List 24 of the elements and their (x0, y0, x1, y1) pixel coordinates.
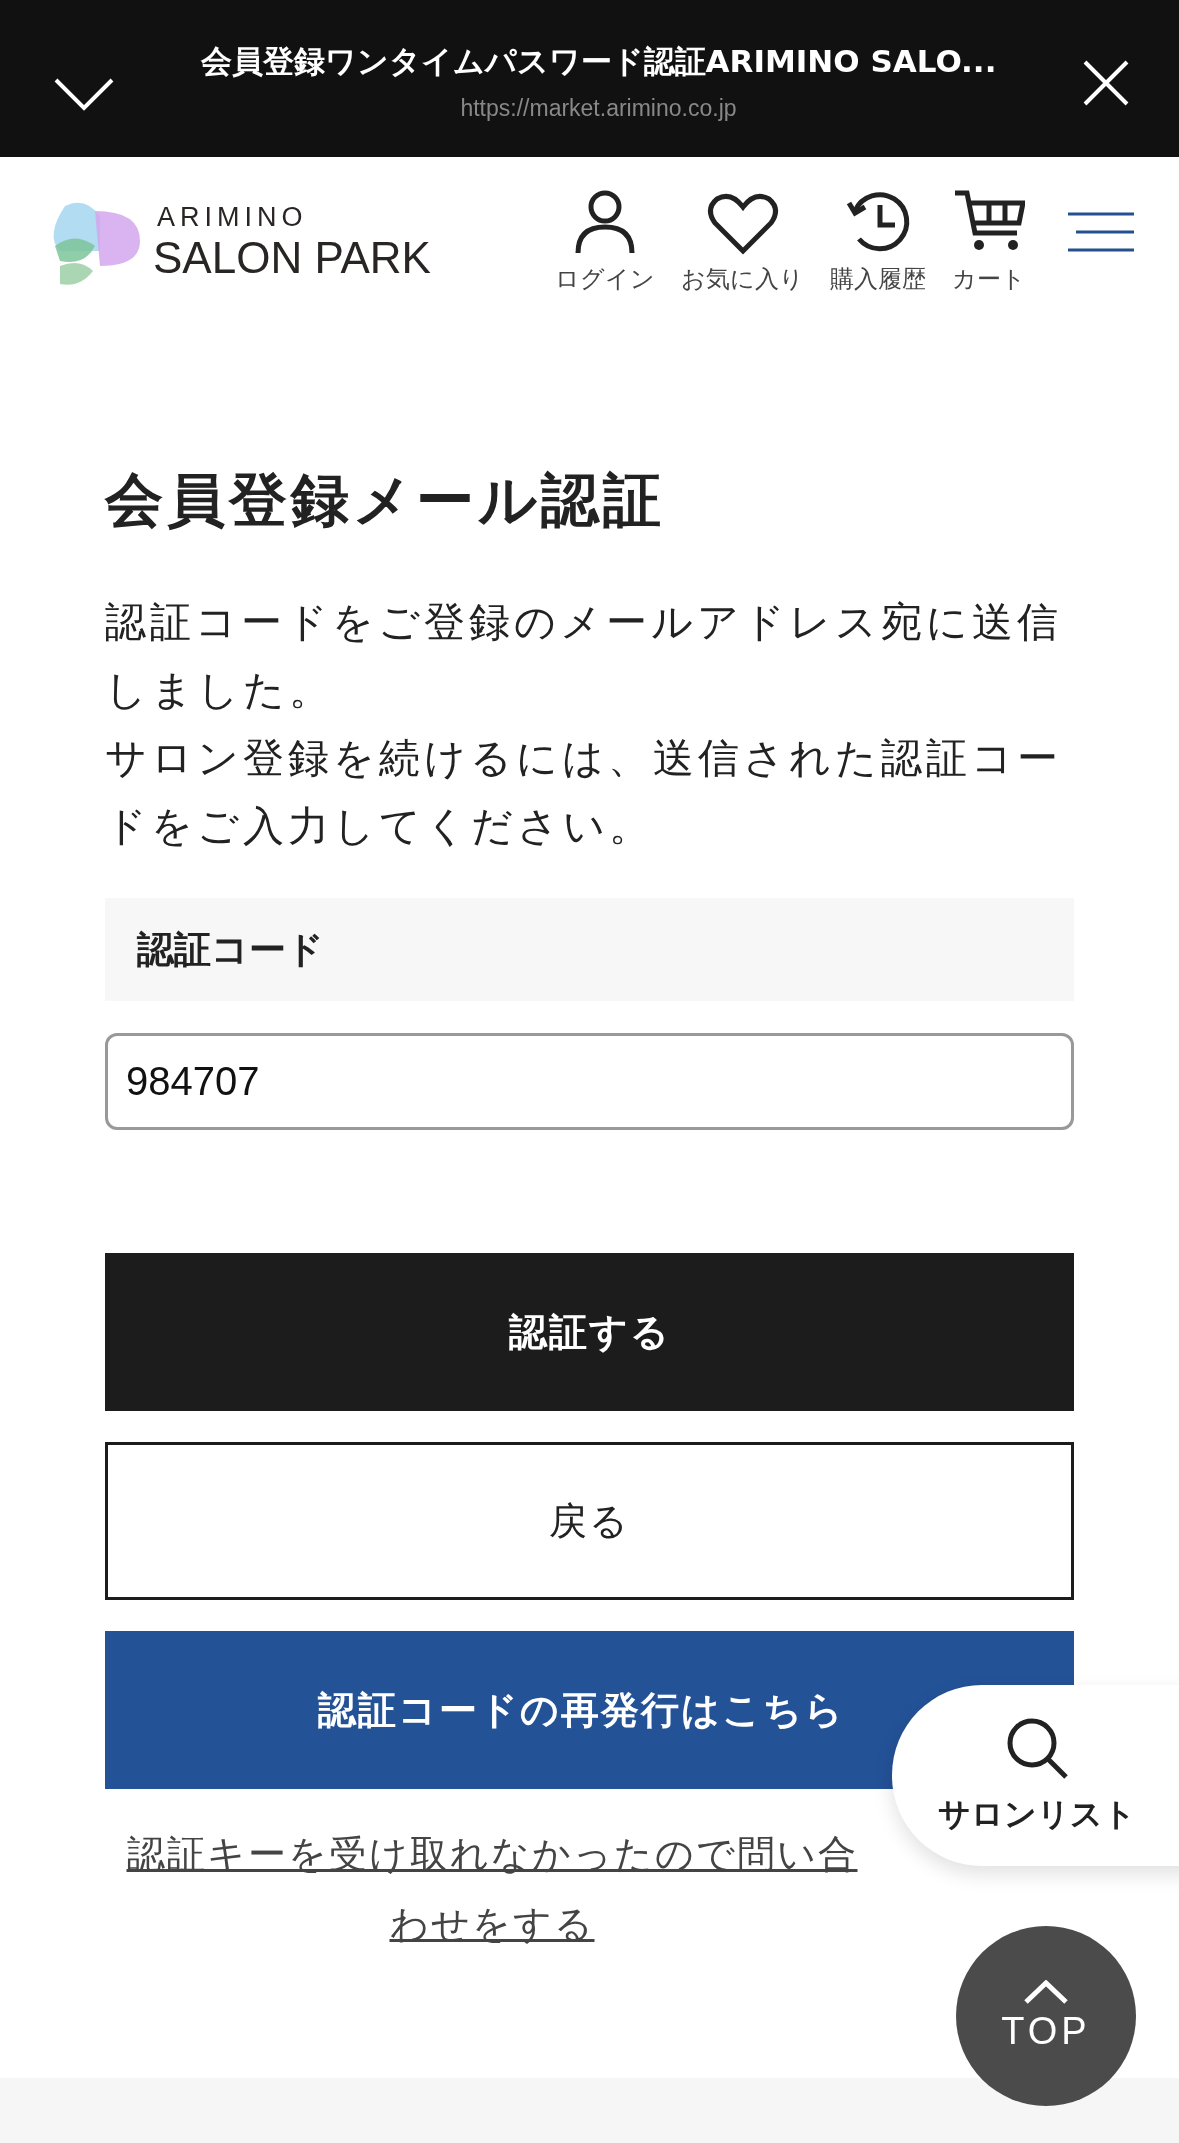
verify-button[interactable]: 認証する (105, 1253, 1074, 1411)
logo[interactable]: ARIMINO SALON PARK (45, 196, 431, 288)
user-icon (574, 189, 636, 255)
nav-cart[interactable]: カート (952, 189, 1026, 295)
description-text: サロン登録を続けるには、送信された認証コードをご入力してください。 (105, 733, 1063, 852)
close-icon[interactable] (1083, 59, 1129, 106)
code-input-field[interactable]: 984707 (105, 1033, 1074, 1130)
url-text: https://market.arimino.co.jp (459, 95, 738, 122)
page-title: 会員登録ワンタイムパスワード認証ARIMINO SALO... (199, 42, 998, 81)
field-label: 認証コード (105, 898, 1074, 1001)
back-to-top-button[interactable]: TOP (956, 1926, 1136, 2106)
contact-link[interactable]: 認証キーを受け取れなかったので問い合わせをする (107, 1819, 877, 1959)
nav-heart[interactable]: お気に入り (681, 193, 804, 295)
back-button[interactable]: 戻る (105, 1442, 1074, 1600)
nav-user[interactable]: ログイン (555, 189, 655, 295)
description-text: 認証コードをご登録のメールアドレス宛に送信しました。 (105, 597, 1063, 716)
nav-history[interactable]: 購入履歴 (830, 189, 926, 295)
logo-text: ARIMINO (156, 201, 309, 233)
heart-icon (706, 193, 779, 255)
logo-text: SALON PARK (153, 232, 431, 283)
heading: 会員登録メール認証 (105, 465, 666, 536)
salon-list-floating-menu[interactable]: サロンリスト (892, 1685, 1179, 1866)
menu-icon[interactable] (1068, 212, 1134, 252)
caret-up-icon (1024, 1979, 1068, 2004)
